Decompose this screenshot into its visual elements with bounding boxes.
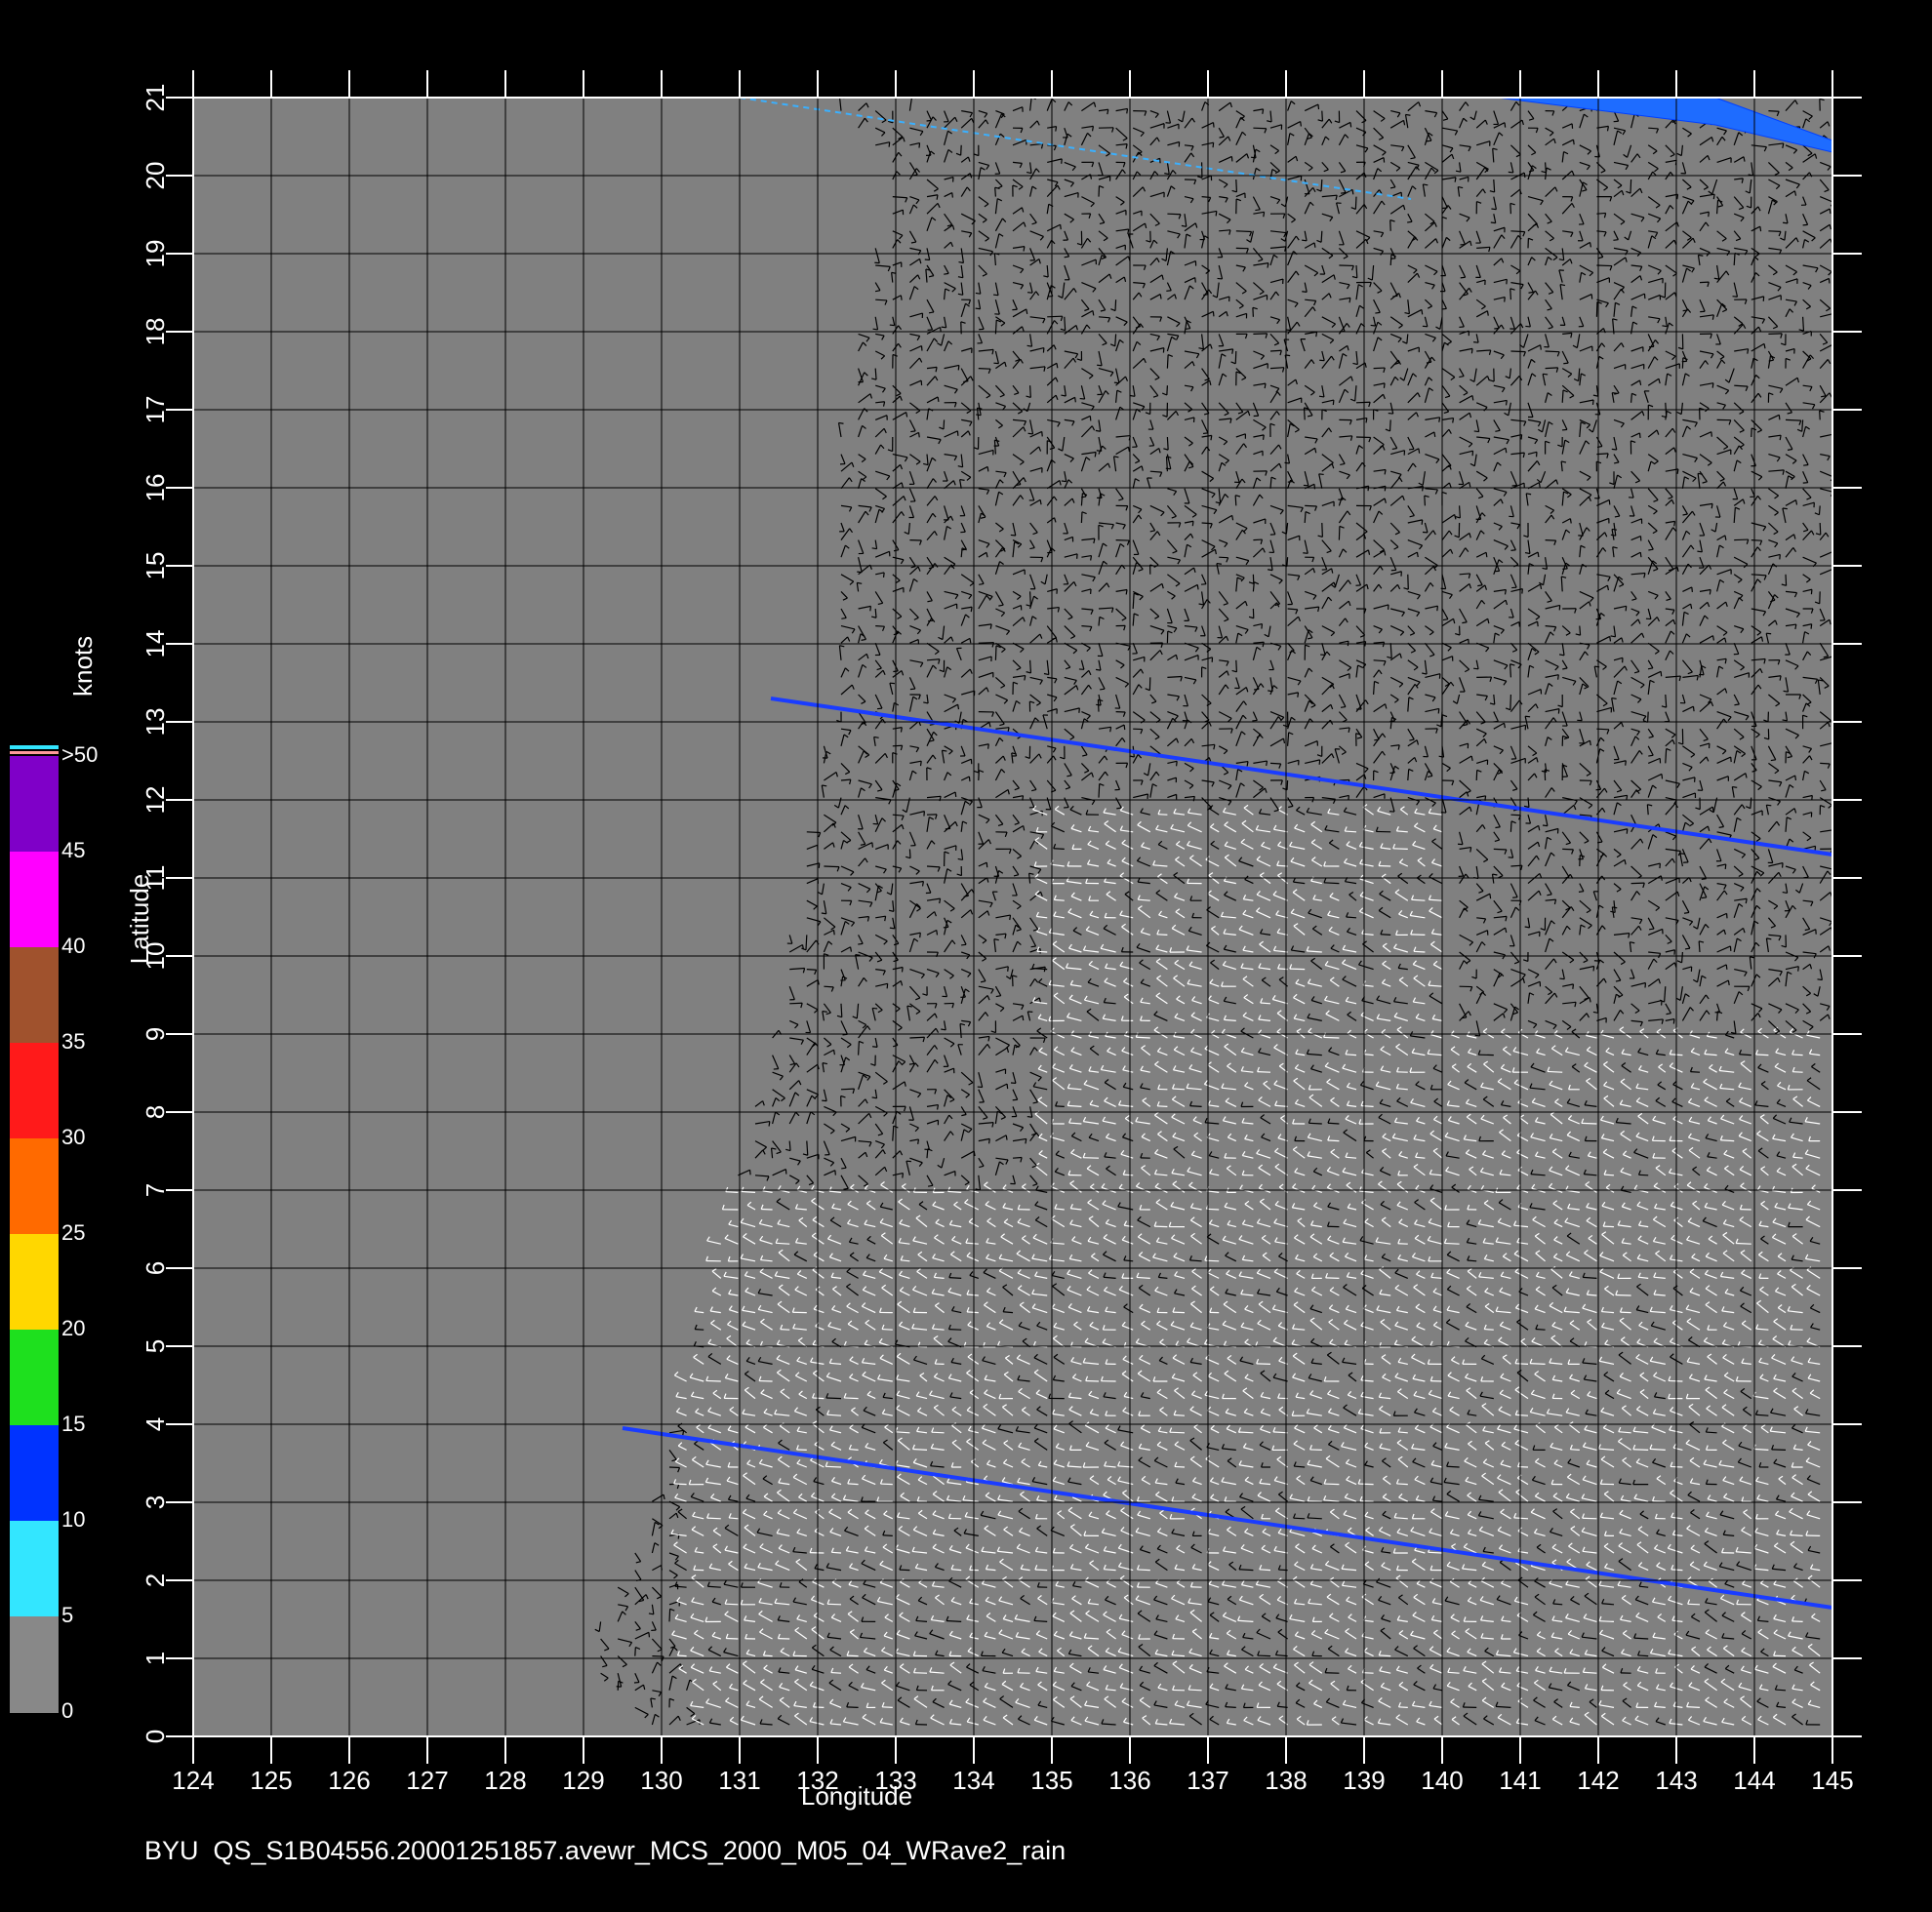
plot-area	[193, 98, 1832, 1736]
wind-map: 124 125 126 127 128 129 130 131 132 133 134 135 136 1…	[10, 70, 1862, 1811]
